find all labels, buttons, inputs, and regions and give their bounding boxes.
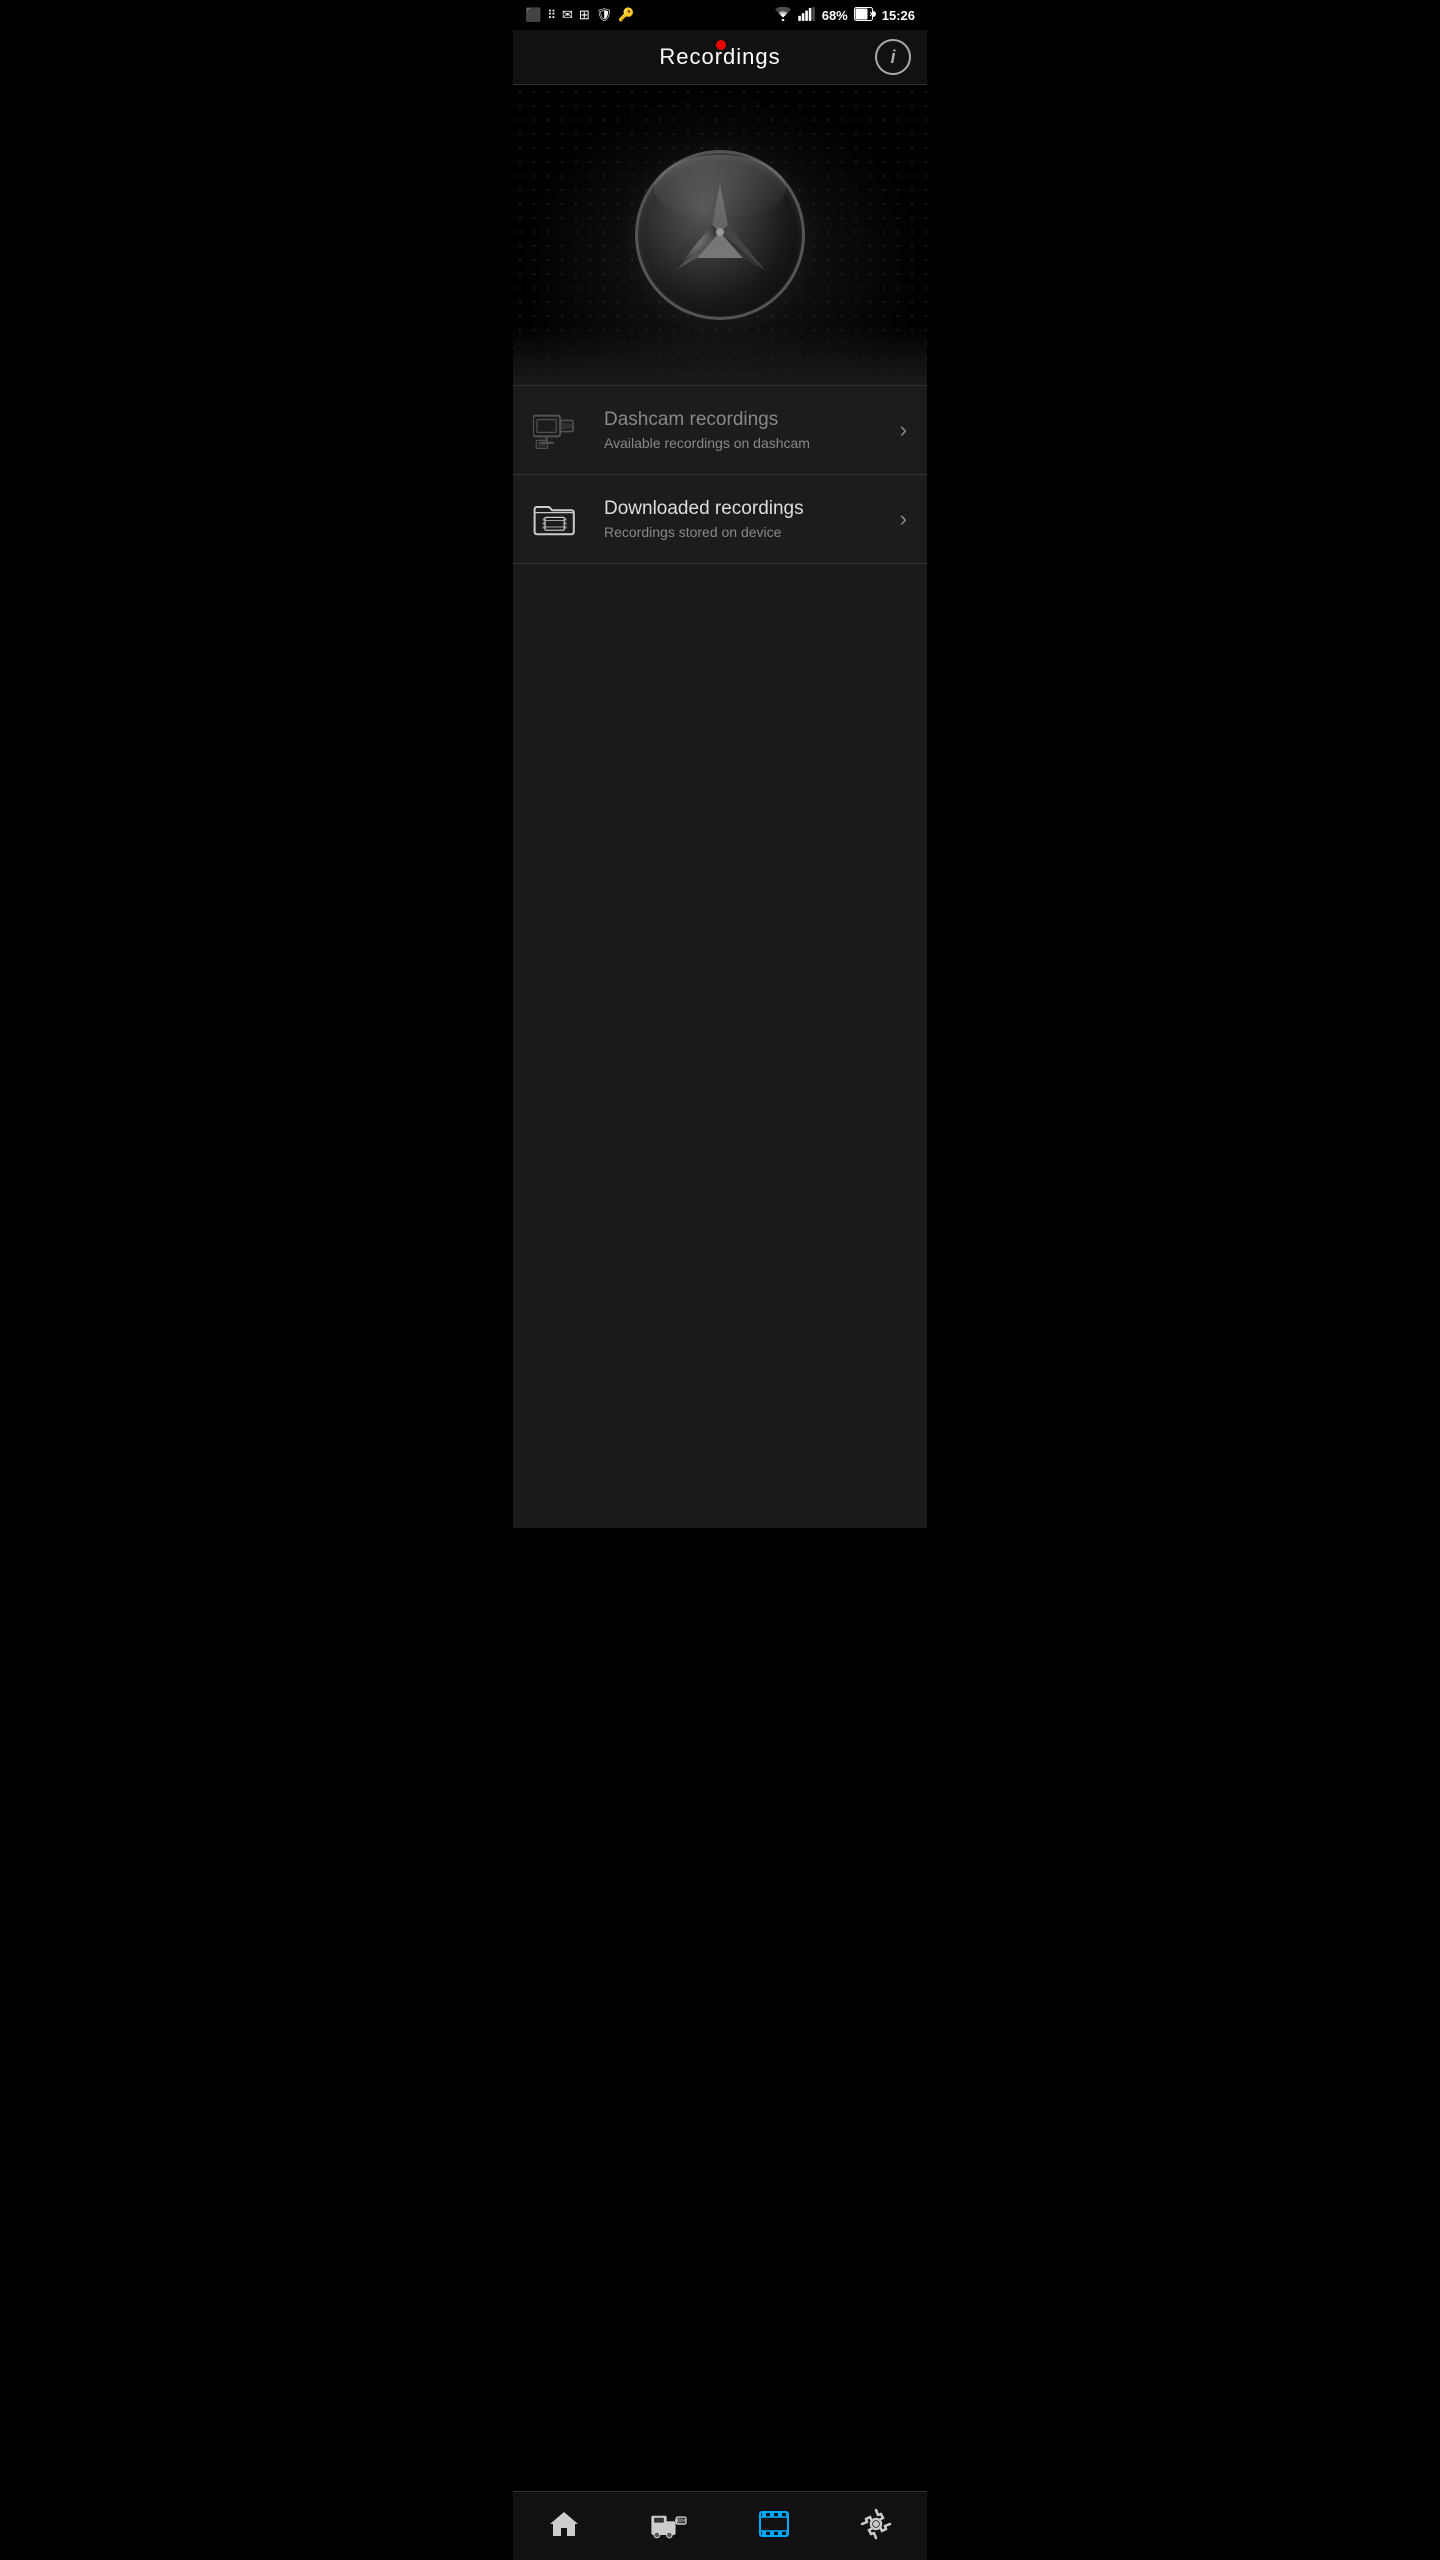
shield-icon: 🛡 bbox=[596, 7, 613, 23]
dashcam-icon bbox=[533, 408, 588, 452]
recording-indicator bbox=[716, 40, 726, 50]
dashcam-item-text: Dashcam recordings Available recordings … bbox=[604, 409, 890, 451]
battery-icon bbox=[854, 7, 876, 24]
film-icon bbox=[758, 2508, 790, 2540]
downloaded-item-subtitle: Recordings stored on device bbox=[604, 524, 890, 540]
dashcam-chevron-icon: › bbox=[900, 417, 907, 443]
info-icon: i bbox=[890, 47, 895, 68]
dashcam-recordings-item[interactable]: Dashcam recordings Available recordings … bbox=[513, 385, 927, 475]
bottom-navigation bbox=[513, 2491, 927, 2560]
downloaded-recordings-item[interactable]: Downloaded recordings Recordings stored … bbox=[513, 475, 927, 564]
wifi-icon bbox=[774, 7, 792, 24]
gallery-icon: ⊞ bbox=[579, 7, 590, 23]
key-icon: 🔑 bbox=[618, 7, 634, 23]
dashcam-item-title: Dashcam recordings bbox=[604, 409, 890, 431]
mercedes-logo bbox=[620, 135, 820, 335]
status-icons-left: ⬛ ⠿ ✉ ⊞ 🛡 🔑 bbox=[525, 7, 635, 23]
menu-section: Dashcam recordings Available recordings … bbox=[513, 385, 927, 1528]
dots-icon: ⠿ bbox=[547, 8, 556, 22]
nav-dashcam[interactable] bbox=[630, 2504, 708, 2544]
mail-icon: ✉ bbox=[562, 7, 573, 23]
image-icon: ⬛ bbox=[525, 7, 541, 23]
status-bar: ⬛ ⠿ ✉ ⊞ 🛡 🔑 68% bbox=[513, 0, 927, 30]
mercedes-star-svg bbox=[665, 180, 775, 290]
signal-icon bbox=[798, 7, 816, 24]
hero-gradient-overlay bbox=[513, 325, 927, 385]
dashcam-item-subtitle: Available recordings on dashcam bbox=[604, 435, 890, 451]
status-icons-right: 68% 15:26 bbox=[774, 7, 915, 24]
downloaded-icon bbox=[533, 497, 588, 541]
time-display: 15:26 bbox=[882, 8, 915, 23]
folder-icon-svg bbox=[533, 497, 577, 541]
downloaded-item-text: Downloaded recordings Recordings stored … bbox=[604, 498, 890, 540]
nav-home[interactable] bbox=[528, 2504, 600, 2544]
dashcam-nav-icon bbox=[650, 2508, 688, 2540]
battery-percentage: 68% bbox=[822, 8, 848, 23]
info-button[interactable]: i bbox=[875, 39, 911, 75]
nav-recordings[interactable] bbox=[738, 2504, 810, 2544]
mercedes-star-circle bbox=[635, 150, 805, 320]
gear-icon bbox=[860, 2508, 892, 2540]
hero-banner bbox=[513, 85, 927, 385]
downloaded-chevron-icon: › bbox=[900, 506, 907, 532]
empty-content-area bbox=[513, 1528, 927, 2492]
downloaded-item-title: Downloaded recordings bbox=[604, 498, 890, 520]
nav-settings[interactable] bbox=[840, 2504, 912, 2544]
home-icon bbox=[548, 2508, 580, 2540]
page-header: Recordings i bbox=[513, 30, 927, 85]
dashcam-icon-svg bbox=[533, 408, 577, 452]
